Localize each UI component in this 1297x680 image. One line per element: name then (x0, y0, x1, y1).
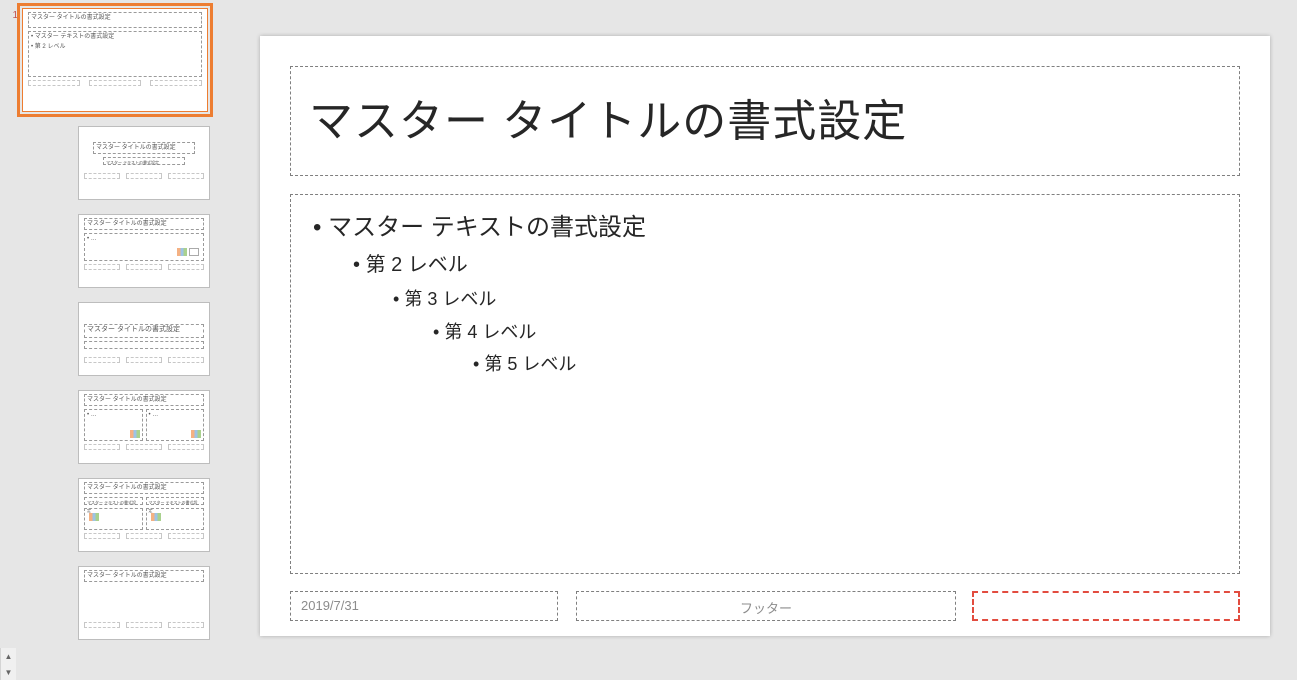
title-placeholder[interactable]: マスター タイトルの書式設定 (290, 66, 1240, 176)
thumbnails-scrollbar[interactable]: ▲ ▼ (0, 648, 16, 680)
thumb-body-text: • … (147, 410, 204, 420)
slide-editor-area[interactable]: マスター タイトルの書式設定 マスター テキストの書式設定 第 2 レベル 第 … (233, 0, 1297, 680)
thumbnail-layout-row: マスター タイトルの書式設定 (0, 566, 225, 640)
thumbnail-layout[interactable]: マスター タイトルの書式設定 マスター テキストの書式設定 マスター テキストの… (78, 478, 210, 552)
thumbnail-layout-row: マスター タイトルの書式設定 マスター テキストの書式設定 マスター テキストの… (0, 478, 225, 552)
thumb-body-text: • マスター テキストの書式設定 (29, 32, 201, 42)
thumbnail-layout[interactable]: マスター タイトルの書式設定 • … • … (78, 390, 210, 464)
body-level-1[interactable]: マスター テキストの書式設定 (313, 209, 1217, 247)
thumbnail-layout-row: マスター タイトルの書式設定 • … • … (0, 390, 225, 464)
date-placeholder[interactable]: 2019/7/31 (290, 591, 558, 621)
thumbnail-layout[interactable]: マスター タイトルの書式設定 (78, 302, 210, 376)
thumb-title-text: マスター タイトルの書式設定 (29, 13, 201, 23)
scroll-up-button[interactable]: ▲ (1, 648, 16, 664)
slide-canvas[interactable]: マスター タイトルの書式設定 マスター テキストの書式設定 第 2 レベル 第 … (260, 36, 1270, 636)
footer-placeholder[interactable]: フッター (576, 591, 956, 621)
chart-icon (89, 513, 99, 521)
chart-icon (177, 248, 187, 256)
thumb-body-text: • … (85, 234, 203, 244)
thumb-title-text: マスター タイトルの書式設定 (85, 325, 203, 335)
thumbnail-index: 1 (0, 8, 18, 21)
thumbnail-layout-row: マスター タイトルの書式設定 マスター テキストの書式設定 (0, 126, 225, 200)
body-level-3[interactable]: 第 3 レベル (393, 283, 1217, 315)
thumbnail-master-row: 1 マスター タイトルの書式設定 • マスター テキストの書式設定 • 第 2 … (0, 8, 225, 112)
image-icon (189, 248, 199, 256)
thumb-title-text: マスター タイトルの書式設定 (85, 483, 203, 493)
chart-icon (130, 430, 140, 438)
body-level-2[interactable]: 第 2 レベル (353, 247, 1217, 283)
thumb-sub-text: マスター テキストの書式設定 (104, 158, 184, 168)
thumbnails-list: 1 マスター タイトルの書式設定 • マスター テキストの書式設定 • 第 2 … (0, 0, 233, 648)
thumbnail-layout[interactable]: マスター タイトルの書式設定 (78, 566, 210, 640)
thumbnail-layout[interactable]: マスター タイトルの書式設定 • … (78, 214, 210, 288)
footer-text[interactable]: フッター (740, 601, 792, 616)
thumb-title-text: マスター タイトルの書式設定 (85, 395, 203, 405)
thumb-body-text: • … (85, 410, 142, 420)
thumbnail-layout-row: マスター タイトルの書式設定 (0, 302, 225, 376)
body-level-5[interactable]: 第 5 レベル (473, 348, 1217, 380)
thumbnail-layout[interactable]: マスター タイトルの書式設定 マスター テキストの書式設定 (78, 126, 210, 200)
thumb-title-text: マスター タイトルの書式設定 (85, 219, 203, 229)
thumb-title-text: マスター タイトルの書式設定 (94, 143, 194, 153)
title-text[interactable]: マスター タイトルの書式設定 (309, 85, 1221, 149)
body-placeholder[interactable]: マスター テキストの書式設定 第 2 レベル 第 3 レベル 第 4 レベル 第… (290, 194, 1240, 574)
slide-number-placeholder[interactable] (972, 591, 1240, 621)
scroll-down-button[interactable]: ▼ (1, 664, 16, 680)
thumb-body-text: • 第 2 レベル (29, 42, 201, 52)
slide-thumbnails-panel: 1 マスター タイトルの書式設定 • マスター テキストの書式設定 • 第 2 … (0, 0, 233, 680)
date-text[interactable]: 2019/7/31 (301, 598, 359, 613)
chart-icon (191, 430, 201, 438)
chart-icon (151, 513, 161, 521)
thumbnail-master[interactable]: マスター タイトルの書式設定 • マスター テキストの書式設定 • 第 2 レベ… (22, 8, 208, 112)
thumb-title-text: マスター タイトルの書式設定 (85, 571, 203, 581)
body-level-4[interactable]: 第 4 レベル (433, 316, 1217, 348)
thumbnail-layout-row: マスター タイトルの書式設定 • … (0, 214, 225, 288)
